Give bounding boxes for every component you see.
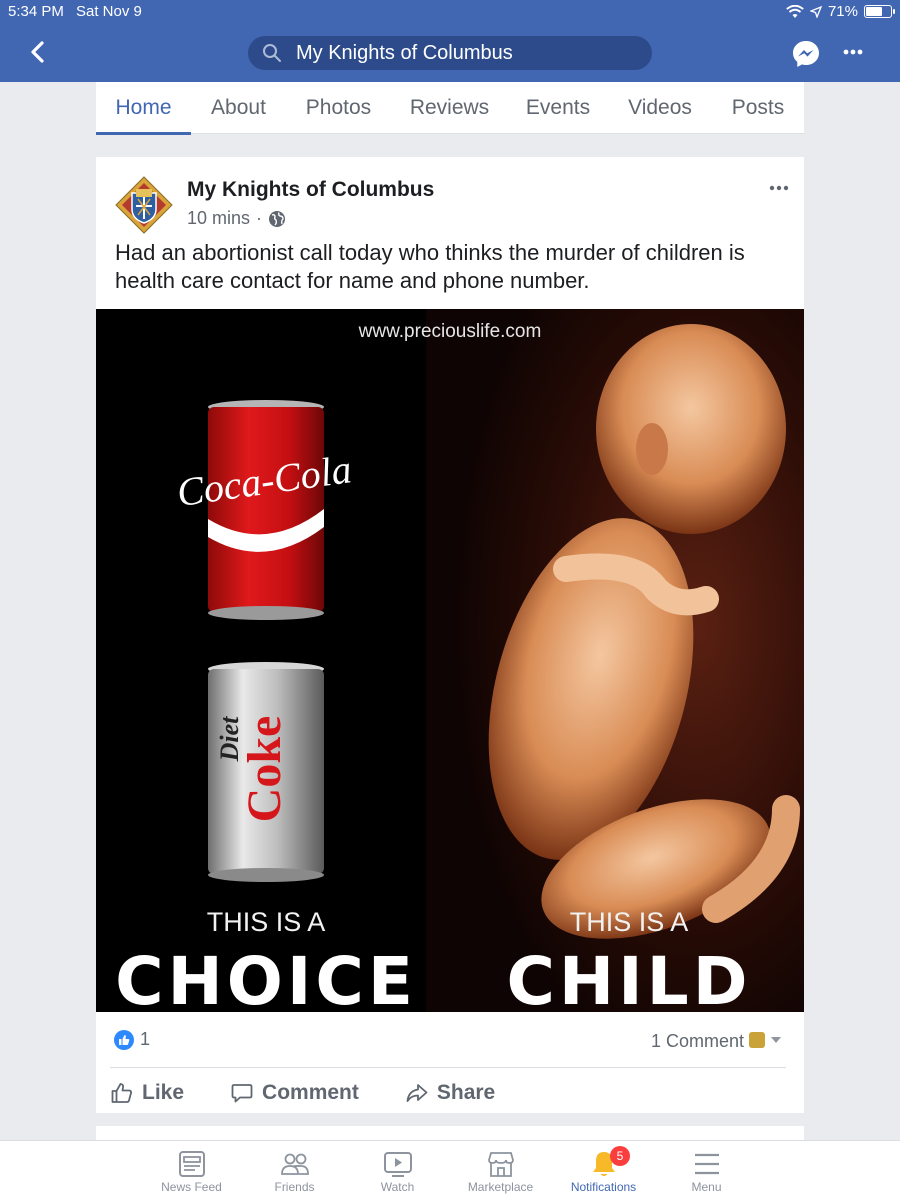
can2-text-b: Coke <box>238 716 291 823</box>
nav-notifications[interactable]: 5 Notifications <box>552 1141 655 1200</box>
nav-news-feed[interactable]: News Feed <box>140 1141 243 1200</box>
back-chevron-icon[interactable] <box>24 38 52 66</box>
wifi-icon <box>786 4 804 18</box>
nav-label-watch: Watch <box>380 1180 415 1194</box>
post-time[interactable]: 10 mins <box>187 208 250 229</box>
nav-label-news-feed: News Feed <box>161 1180 222 1194</box>
post-meta: 10 mins · <box>187 208 286 229</box>
nav-label-friends: Friends <box>274 1180 315 1194</box>
nav-watch[interactable]: Watch <box>346 1141 449 1200</box>
news-feed-icon <box>178 1151 205 1177</box>
left-small-text: THIS IS A <box>207 907 326 937</box>
more-options-icon[interactable] <box>842 44 864 60</box>
share-label: Share <box>436 1081 496 1104</box>
post-text: Had an abortionist call today who thinks… <box>115 240 745 293</box>
tab-videos[interactable]: Videos <box>608 82 712 134</box>
post-image-artwork: Coca-Cola Diet Coke www.preciouslife.com… <box>96 309 804 1012</box>
status-indicators: 71% <box>786 3 895 20</box>
notification-badge: 5 <box>610 1146 630 1166</box>
image-url: www.preciouslife.com <box>358 321 542 342</box>
globe-icon <box>269 210 286 227</box>
search-text: My Knights of Columbus <box>296 41 513 64</box>
battery-fill <box>866 7 882 16</box>
tab-home[interactable]: Home <box>96 82 191 135</box>
nav-menu[interactable]: Menu <box>655 1141 758 1200</box>
search-icon <box>263 44 281 62</box>
thumbs-up-icon <box>111 1083 132 1103</box>
commenter-avatar <box>749 1032 765 1048</box>
tab-posts[interactable]: Posts <box>712 82 804 134</box>
reaction-summary[interactable]: 1 <box>114 1029 150 1050</box>
post-options-icon[interactable] <box>768 183 790 193</box>
tab-about[interactable]: About <box>191 82 286 134</box>
nav-marketplace[interactable]: Marketplace <box>449 1141 552 1200</box>
nav-label-menu: Menu <box>691 1180 722 1194</box>
share-icon <box>406 1084 428 1102</box>
post-image[interactable]: Coca-Cola Diet Coke www.preciouslife.com… <box>96 309 804 1012</box>
post-actions: Like Comment Share <box>110 1077 541 1109</box>
dropdown-caret-icon[interactable] <box>771 1037 781 1043</box>
knights-of-columbus-logo[interactable] <box>114 175 174 235</box>
like-count: 1 <box>140 1029 151 1049</box>
status-time: 5:34 PM <box>8 3 64 20</box>
location-arrow-icon <box>809 5 822 18</box>
comment-count[interactable]: 1 Comment <box>651 1031 744 1052</box>
like-reaction-icon <box>114 1029 134 1050</box>
nav-friends[interactable]: Friends <box>243 1141 346 1200</box>
post-author[interactable]: My Knights of Columbus <box>187 178 434 202</box>
messenger-icon[interactable] <box>790 38 822 70</box>
right-big-text: CHILD <box>506 943 751 1012</box>
divider <box>110 1067 786 1068</box>
search-bar[interactable]: My Knights of Columbus <box>248 36 652 70</box>
battery-icon <box>864 5 895 18</box>
meta-separator: · <box>256 208 263 228</box>
right-small-text: THIS IS A <box>570 907 689 937</box>
watch-icon <box>383 1152 412 1177</box>
share-button[interactable]: Share <box>405 1081 495 1105</box>
page-tabs: Home About Photos Reviews Events Videos … <box>96 82 804 135</box>
nav-label-notifications: Notifications <box>570 1180 637 1194</box>
left-big-text: CHOICE <box>115 943 417 1012</box>
comment-label: Comment <box>262 1081 359 1104</box>
status-bar: 5:34 PM Sat Nov 9 71% <box>0 0 900 24</box>
marketplace-icon <box>487 1152 514 1177</box>
like-label: Like <box>142 1081 185 1104</box>
friends-icon <box>280 1153 309 1175</box>
bottom-navigation: News Feed Friends Watch Marketplace 5 No… <box>0 1140 900 1200</box>
like-button[interactable]: Like <box>110 1081 184 1105</box>
tab-events[interactable]: Events <box>508 82 608 134</box>
status-date: Sat Nov 9 <box>76 3 142 20</box>
tab-photos[interactable]: Photos <box>286 82 391 134</box>
menu-icon <box>694 1153 719 1175</box>
post-card: My Knights of Columbus 10 mins · Had an … <box>96 157 804 1113</box>
tab-reviews[interactable]: Reviews <box>391 82 508 134</box>
comment-icon <box>231 1084 253 1103</box>
nav-label-marketplace: Marketplace <box>467 1180 534 1194</box>
battery-percent: 71% <box>827 3 858 20</box>
top-bar: 5:34 PM Sat Nov 9 71% My Knights of Colu… <box>0 0 900 82</box>
comment-button[interactable]: Comment <box>230 1081 359 1105</box>
